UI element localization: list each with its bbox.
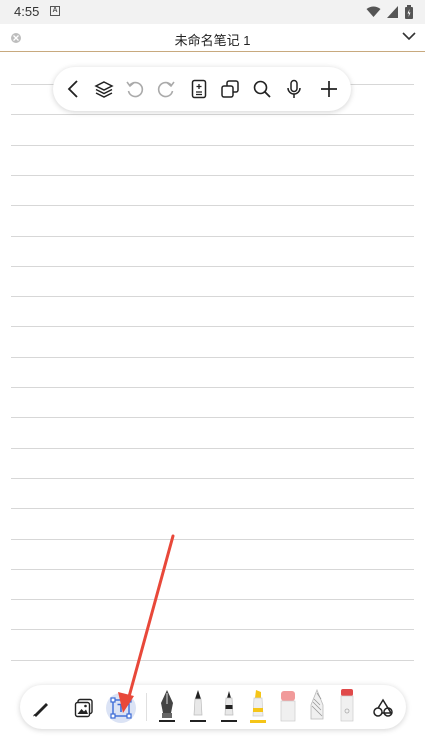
layers-icon — [94, 81, 114, 98]
search-button[interactable] — [250, 77, 274, 101]
note-page[interactable] — [11, 52, 414, 692]
ruled-line — [11, 235, 414, 237]
ruled-line — [11, 538, 414, 540]
ruled-line — [11, 447, 414, 449]
ruled-line — [11, 508, 414, 510]
plus-icon — [321, 81, 337, 97]
shapes-icon — [373, 698, 393, 717]
text-box-button[interactable] — [106, 693, 136, 723]
toolbar-separator — [146, 693, 147, 721]
title-bar: 未命名笔记 1 — [0, 24, 425, 52]
ruled-line — [11, 387, 414, 388]
copy-button[interactable] — [218, 77, 242, 101]
signal-icon — [387, 6, 398, 18]
mic-button[interactable] — [282, 77, 306, 101]
page-button[interactable] — [187, 77, 211, 101]
copy-icon — [221, 80, 239, 98]
wifi-icon — [366, 6, 381, 17]
image-button[interactable] — [69, 693, 99, 723]
undo-button[interactable] — [123, 77, 147, 101]
ruled-line — [11, 417, 414, 419]
status-bar: 4:55 A — [0, 0, 425, 24]
shapes-button[interactable] — [368, 693, 398, 723]
bottom-toolbar — [20, 685, 406, 729]
page-icon — [191, 79, 207, 99]
pen-mode-button[interactable] — [26, 693, 56, 723]
status-time: 4:55 — [14, 4, 40, 19]
ruled-line — [11, 174, 414, 176]
layers-button[interactable] — [92, 77, 116, 101]
eraser-icon[interactable] — [276, 687, 300, 725]
ruled-line — [11, 568, 414, 570]
chevron-down-icon[interactable] — [402, 31, 416, 41]
text-box-icon — [110, 697, 132, 719]
ruled-line — [11, 144, 414, 146]
status-icons — [366, 5, 413, 19]
fineliner-pen-icon[interactable] — [218, 687, 240, 725]
chevron-left-icon — [67, 80, 78, 98]
document-title[interactable]: 未命名笔记 1 — [0, 30, 425, 49]
ruled-line — [11, 114, 414, 116]
ruled-line — [11, 356, 414, 358]
battery-icon — [405, 5, 413, 19]
ruled-line — [11, 265, 414, 267]
top-toolbar — [53, 67, 351, 111]
ballpoint-pen-icon[interactable] — [187, 687, 209, 725]
mic-icon — [287, 79, 301, 98]
redo-icon — [157, 81, 175, 98]
redo-button[interactable] — [154, 77, 178, 101]
ruled-line — [11, 599, 414, 601]
fountain-pen-icon[interactable] — [156, 687, 178, 725]
image-icon — [74, 698, 93, 718]
highlighter-icon[interactable] — [247, 687, 269, 725]
marker-pen-icon[interactable] — [336, 687, 358, 725]
ruled-line — [11, 629, 414, 631]
back-button[interactable] — [61, 77, 85, 101]
ruled-line — [11, 326, 414, 328]
notification-icon: A — [50, 6, 60, 16]
texture-pen-icon[interactable] — [306, 687, 328, 725]
ruled-line — [11, 205, 414, 207]
pencil-icon — [33, 703, 48, 717]
ruled-line — [11, 296, 414, 298]
search-icon — [253, 80, 271, 98]
ruled-line — [11, 477, 414, 479]
ruled-line — [11, 659, 414, 661]
add-button[interactable] — [317, 77, 341, 101]
undo-icon — [126, 81, 144, 98]
